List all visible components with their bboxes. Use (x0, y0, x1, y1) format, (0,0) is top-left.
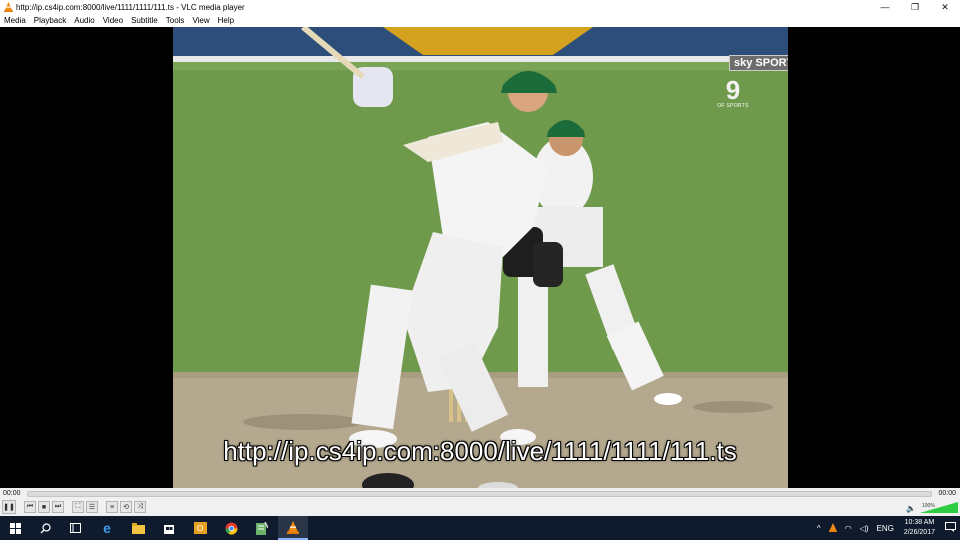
vlc-cone-icon (3, 2, 13, 12)
channel-logo-text: sky SPORTS (734, 57, 788, 69)
menu-media[interactable]: Media (0, 16, 30, 25)
system-tray: ^ ◠ ◁) ENG 10:38 AM 2/26/2017 (813, 516, 960, 540)
notepad-icon[interactable] (247, 516, 277, 540)
next-icon[interactable]: ⏭ (52, 501, 64, 513)
seek-slider[interactable] (27, 491, 932, 497)
file-explorer-icon[interactable] (123, 516, 153, 540)
clock-date: 2/26/2017 (903, 529, 935, 536)
elapsed-time: 00:00 (3, 490, 21, 497)
speaker-icon[interactable]: 🔈 (906, 504, 916, 513)
menu-playback[interactable]: Playback (30, 16, 70, 25)
start-icon[interactable] (0, 516, 30, 540)
pause-icon[interactable]: ❚❚ (2, 500, 16, 514)
minimize-button[interactable]: — (870, 0, 900, 14)
network-logo-subtext: OF SPORTS (717, 103, 749, 109)
title-bar: http://ip.cs4ip.com:8000/live/1111/1111/… (0, 0, 960, 14)
menu-audio[interactable]: Audio (70, 16, 98, 25)
store-icon[interactable] (154, 516, 184, 540)
shuffle-icon[interactable]: ⤨ (134, 501, 146, 513)
clock-time: 10:38 AM (904, 519, 935, 526)
clock[interactable]: 10:38 AM 2/26/2017 (904, 518, 935, 538)
task-view-icon[interactable] (60, 516, 90, 540)
menu-subtitle[interactable]: Subtitle (127, 16, 162, 25)
edge-icon[interactable]: e (92, 516, 122, 540)
cricket-scene-image (173, 27, 788, 488)
menu-view[interactable]: View (188, 16, 213, 25)
close-button[interactable]: ✕ (930, 0, 960, 14)
fullscreen-icon[interactable]: ⛶ (72, 501, 84, 513)
outlook-icon[interactable]: O (185, 516, 215, 540)
keyboard-language[interactable]: ENG (877, 524, 894, 533)
windows-taskbar: e O ^ ◠ ◁) ENG 10:38 AM 2/26/2017 (0, 516, 960, 540)
menu-video[interactable]: Video (99, 16, 127, 25)
playback-controls: 00:00 00:00 ❚❚ ⏮ ■ ⏭ ⛶ ☰ ≡ ⟲ ⤨ 🔈 100% (0, 488, 960, 516)
video-area[interactable]: sky SPORTS 2 9 OF SPORTS http://ip.cs4ip… (0, 27, 960, 488)
svg-text:O: O (197, 524, 203, 533)
window-title: http://ip.cs4ip.com:8000/live/1111/1111/… (16, 2, 245, 12)
volume-level-label: 100% (922, 503, 935, 509)
channel-nine-logo: 9 OF SPORTS (711, 77, 755, 117)
notification-icon[interactable] (945, 522, 956, 534)
menu-bar: Media Playback Audio Video Subtitle Tool… (0, 14, 960, 27)
stop-icon[interactable]: ■ (38, 501, 50, 513)
stream-url-overlay: http://ip.cs4ip.com:8000/live/1111/1111/… (223, 436, 737, 466)
maximize-button[interactable]: ❐ (900, 0, 930, 14)
loop-icon[interactable]: ⟲ (120, 501, 132, 513)
remaining-time: 00:00 (938, 490, 956, 497)
previous-icon[interactable]: ⏮ (24, 501, 36, 513)
search-icon[interactable] (30, 516, 60, 540)
video-frame[interactable]: sky SPORTS 2 9 OF SPORTS (173, 27, 788, 488)
tray-vlc-icon[interactable] (828, 522, 837, 534)
wifi-icon[interactable]: ◠ (845, 524, 852, 533)
menu-help[interactable]: Help (214, 16, 238, 25)
show-hidden-icons-icon[interactable]: ^ (817, 524, 821, 533)
volume-tray-icon[interactable]: ◁) (860, 524, 869, 533)
network-logo-number: 9 (725, 75, 741, 105)
chrome-icon[interactable] (216, 516, 246, 540)
extended-settings-icon[interactable]: ☰ (86, 501, 98, 513)
vlc-icon[interactable] (278, 516, 308, 540)
playlist-icon[interactable]: ≡ (106, 501, 118, 513)
sky-sports-logo: sky SPORTS 2 (729, 55, 788, 71)
menu-tools[interactable]: Tools (162, 16, 189, 25)
